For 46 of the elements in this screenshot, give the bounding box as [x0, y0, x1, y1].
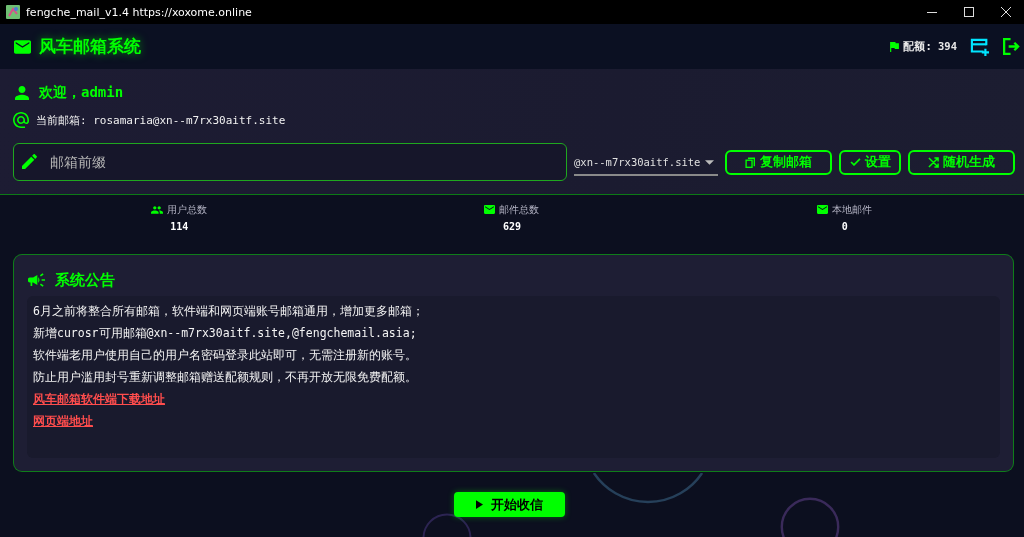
stat-label: 用户总数 — [167, 202, 208, 217]
check-icon — [849, 158, 861, 166]
envelope-icon — [14, 39, 31, 54]
announcement-text: 6月之前将整合所有邮箱，软件端和网页端账号邮箱通用，增加更多邮箱； — [33, 303, 424, 319]
stat-value: 0 — [841, 221, 848, 232]
users-icon — [151, 205, 164, 214]
download-link[interactable]: 网页端地址 — [33, 413, 93, 429]
stat-label: 邮件总数 — [499, 202, 540, 217]
quota-text: 配额: 394 — [903, 39, 957, 54]
announcement-text: 防止用户滥用封号重新调整邮箱赠送配额规则，不再开放无限免费配额。 — [33, 369, 417, 385]
stat-value: 629 — [502, 221, 521, 232]
domain-select[interactable]: @xn--m7rx30aitf.site — [574, 150, 718, 176]
megaphone-icon — [28, 273, 45, 287]
stat-value: 114 — [170, 221, 189, 232]
welcome-text: 欢迎，admin — [39, 84, 124, 102]
start-receiving-button[interactable]: 开始收信 — [454, 492, 565, 517]
copy-icon — [745, 156, 756, 168]
app-title: 风车邮箱系统 — [39, 35, 141, 58]
announcement-text: 软件端老用户使用自己的用户名密码登录此站即可，无需注册新的账号。 — [33, 347, 417, 363]
shuffle-icon — [928, 156, 939, 168]
card-plus-icon — [970, 37, 990, 56]
email-prefix-field[interactable]: 邮箱前缀 — [13, 143, 567, 181]
envelope-icon — [484, 205, 496, 214]
play-icon — [476, 500, 483, 509]
maximize-icon — [963, 7, 974, 17]
minimize-icon — [926, 11, 937, 13]
logout-icon — [1003, 38, 1020, 55]
flag-icon — [890, 41, 900, 52]
download-link[interactable]: 风车邮箱软件端下载地址 — [33, 391, 165, 407]
current-email-text: 当前邮箱: rosamaria@xn--m7rx30aitf.site — [36, 112, 286, 128]
at-sign-icon — [13, 112, 29, 128]
user-icon — [15, 86, 29, 100]
window-title: fengche_mail_v1.4 https://xoxome.online — [26, 5, 252, 19]
logout-button[interactable] — [1003, 38, 1020, 55]
envelope-icon — [817, 205, 829, 214]
copy-email-button[interactable]: 复制邮箱 — [725, 149, 832, 175]
close-icon — [1000, 7, 1011, 17]
random-generate-button[interactable]: 随机生成 — [908, 149, 1015, 175]
add-card-button[interactable] — [970, 37, 990, 56]
announcement-text: 新增curosr可用邮箱@xn--m7rx30aitf.site,@fengchemail.asia; — [33, 325, 417, 341]
app-icon — [6, 5, 20, 19]
announcement-title: 系统公告 — [55, 270, 115, 290]
pencil-icon — [22, 154, 37, 169]
settings-button[interactable]: 设置 — [839, 149, 901, 175]
caret-icon — [705, 159, 714, 165]
stat-label: 本地邮件 — [832, 202, 873, 217]
